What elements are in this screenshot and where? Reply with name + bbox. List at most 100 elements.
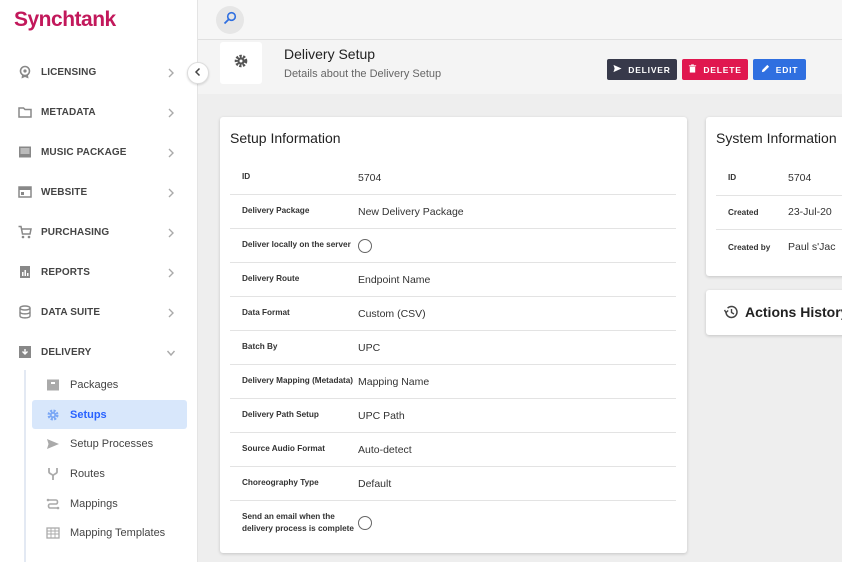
sidebar-subitem-label: Mapping Templates bbox=[70, 527, 166, 540]
sidebar-collapse-button[interactable] bbox=[187, 62, 209, 84]
sidebar-item-website[interactable]: WEBSITE bbox=[0, 172, 198, 212]
app-logo[interactable]: Synchtank bbox=[14, 8, 116, 32]
template-icon bbox=[46, 526, 60, 540]
table-row: Deliver locally on the server bbox=[230, 229, 676, 263]
deliver-button-label: DELIVER bbox=[628, 64, 671, 75]
row-value: UPC bbox=[358, 341, 381, 354]
page-header: Delivery Setup Details about the Deliver… bbox=[198, 40, 842, 94]
row-value: Custom (CSV) bbox=[358, 307, 426, 320]
route-icon bbox=[46, 467, 60, 481]
sidebar-item-music-package[interactable]: MUSIC PACKAGE bbox=[0, 132, 198, 172]
chevron-right-icon bbox=[166, 306, 176, 318]
card-title: System Information bbox=[716, 130, 837, 146]
trash-icon bbox=[688, 64, 703, 75]
chevron-down-icon bbox=[166, 346, 176, 358]
deliver-locally-radio[interactable] bbox=[358, 238, 372, 253]
database-icon bbox=[18, 305, 32, 319]
sidebar: Synchtank LICENSING METADATA MUSIC PACKA… bbox=[0, 0, 198, 562]
chevron-right-icon bbox=[166, 266, 176, 278]
sidebar-item-label: DELIVERY bbox=[41, 346, 92, 358]
sidebar-subitem-routes[interactable]: Routes bbox=[32, 459, 187, 489]
row-label: Source Audio Format bbox=[242, 444, 325, 454]
sidebar-item-reports[interactable]: REPORTS bbox=[0, 252, 198, 292]
chevron-right-icon bbox=[166, 146, 176, 158]
table-row: Delivery Path Setup UPC Path bbox=[230, 399, 676, 433]
edit-button[interactable]: EDIT bbox=[753, 59, 806, 80]
sidebar-subitem-packages[interactable]: Packages bbox=[32, 370, 187, 400]
system-rows: ID 5704 Created 23-Jul-20 Created by Pau… bbox=[716, 161, 842, 265]
send-icon bbox=[613, 64, 628, 75]
row-label: Batch By bbox=[242, 342, 278, 352]
sidebar-item-label: METADATA bbox=[41, 106, 96, 118]
row-value: Endpoint Name bbox=[358, 273, 431, 286]
delete-button[interactable]: DELETE bbox=[682, 59, 748, 80]
row-label: Delivery Path Setup bbox=[242, 410, 319, 420]
row-label: Delivery Package bbox=[242, 206, 310, 216]
delete-button-label: DELETE bbox=[703, 64, 742, 75]
deliver-button[interactable]: DELIVER bbox=[607, 59, 677, 80]
search-icon bbox=[223, 11, 237, 30]
sidebar-subitem-mappings[interactable]: Mappings bbox=[32, 489, 187, 519]
row-value: 5704 bbox=[788, 171, 812, 184]
send-email-radio[interactable] bbox=[358, 516, 372, 530]
table-row: Send an email when the delivery process … bbox=[230, 501, 676, 545]
row-value bbox=[358, 516, 372, 530]
sidebar-item-label: MUSIC PACKAGE bbox=[41, 146, 127, 158]
website-icon bbox=[18, 185, 32, 199]
chevron-right-icon bbox=[166, 66, 176, 78]
logo-bar: Synchtank bbox=[0, 0, 197, 40]
licensing-icon bbox=[18, 65, 32, 79]
pencil-icon bbox=[761, 64, 776, 75]
row-label: Created bbox=[728, 207, 759, 217]
row-value bbox=[358, 238, 372, 253]
delivery-icon bbox=[18, 345, 32, 359]
sidebar-item-purchasing[interactable]: PURCHASING bbox=[0, 212, 198, 252]
row-label: Delivery Mapping (Metadata) bbox=[242, 376, 354, 386]
sidebar-item-label: LICENSING bbox=[41, 66, 97, 78]
table-row: Choreography Type Default bbox=[230, 467, 676, 501]
page-title: Delivery Setup bbox=[284, 46, 376, 62]
sidebar-item-label: PURCHASING bbox=[41, 226, 110, 238]
table-row: Data Format Custom (CSV) bbox=[230, 297, 676, 331]
mapping-icon bbox=[46, 497, 60, 511]
card-title: Actions History bbox=[745, 304, 842, 320]
row-label: Data Format bbox=[242, 308, 290, 318]
search-button[interactable] bbox=[216, 6, 244, 34]
header-icon-box bbox=[220, 42, 262, 84]
row-value: 5704 bbox=[358, 171, 382, 184]
sidebar-subitem-setup-processes[interactable]: Setup Processes bbox=[32, 429, 187, 459]
cart-icon bbox=[18, 225, 32, 239]
package-icon bbox=[18, 145, 32, 159]
sidebar-item-metadata[interactable]: METADATA bbox=[0, 92, 198, 132]
table-row: ID 5704 bbox=[716, 161, 842, 196]
row-label: Choreography Type bbox=[242, 478, 319, 488]
system-information-card: System Information ID 5704 Created 23-Ju… bbox=[706, 117, 842, 276]
row-value: Mapping Name bbox=[358, 375, 430, 388]
sidebar-subitem-setups[interactable]: Setups bbox=[32, 399, 187, 430]
sidebar-item-data-suite[interactable]: DATA SUITE bbox=[0, 292, 198, 332]
sidebar-item-label: WEBSITE bbox=[41, 186, 88, 198]
sidebar-item-licensing[interactable]: LICENSING bbox=[0, 52, 198, 92]
sidebar-subitem-label: Setup Processes bbox=[70, 438, 154, 451]
setup-rows: ID 5704 Delivery Package New Delivery Pa… bbox=[230, 161, 676, 545]
sidebar-subitem-label: Mappings bbox=[70, 497, 118, 510]
delivery-subnav: Packages Setups Setup Processes Routes M… bbox=[24, 370, 198, 562]
row-label: Deliver locally on the server bbox=[242, 240, 351, 250]
send-icon bbox=[46, 437, 60, 451]
table-row: ID 5704 bbox=[230, 161, 676, 195]
sidebar-subitem-label: Routes bbox=[70, 467, 105, 480]
chevron-right-icon bbox=[166, 226, 176, 238]
top-bar bbox=[198, 0, 842, 40]
table-row: Batch By UPC bbox=[230, 331, 676, 365]
edit-button-label: EDIT bbox=[775, 64, 799, 75]
row-label: ID bbox=[728, 173, 737, 183]
gear-icon bbox=[46, 408, 60, 422]
actions-history-card[interactable]: Actions History bbox=[706, 290, 842, 335]
sidebar-item-delivery[interactable]: DELIVERY bbox=[0, 332, 198, 372]
table-row: Delivery Route Endpoint Name bbox=[230, 263, 676, 297]
sidebar-subitem-mapping-templates[interactable]: Mapping Templates bbox=[32, 518, 187, 548]
table-row: Delivery Package New Delivery Package bbox=[230, 195, 676, 229]
row-value: UPC Path bbox=[358, 409, 405, 422]
chevron-left-icon bbox=[193, 64, 203, 82]
sidebar-item-label: REPORTS bbox=[41, 266, 91, 278]
